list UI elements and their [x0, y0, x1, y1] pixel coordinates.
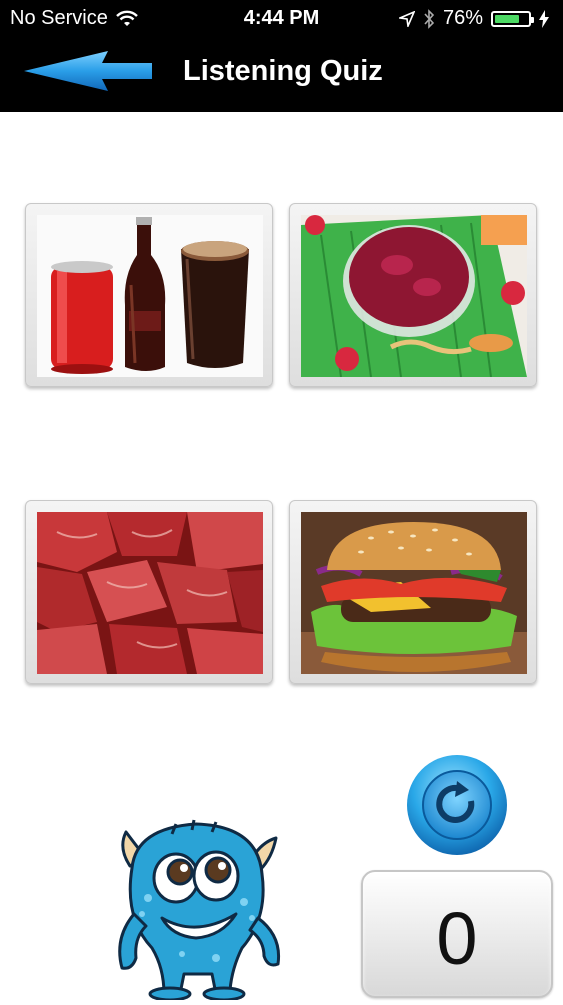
berry-jam-image	[301, 215, 527, 377]
nav-bar: Listening Quiz	[0, 37, 563, 112]
replay-button[interactable]	[405, 753, 509, 857]
status-bar: No Service 4:44 PM 76%	[0, 0, 563, 37]
quiz-option-soda-drinks[interactable]	[25, 203, 273, 387]
quiz-option-berry-jam[interactable]	[289, 203, 537, 387]
hamburger-image	[301, 512, 527, 674]
raw-meat-image	[37, 512, 263, 674]
back-arrow-icon	[24, 51, 152, 91]
battery-percent: 76%	[442, 7, 483, 29]
back-button[interactable]	[22, 49, 156, 93]
quiz-option-raw-meat[interactable]	[25, 500, 273, 684]
status-right: 76%	[398, 7, 549, 30]
quiz-option-hamburger[interactable]	[289, 500, 537, 684]
monster-mascot-illustration	[118, 819, 281, 1002]
monster-mascot	[112, 818, 288, 1002]
score-value: 0	[436, 897, 478, 980]
soda-drinks-image	[37, 215, 263, 377]
battery-icon	[491, 10, 534, 27]
charging-bolt-icon	[539, 9, 549, 28]
location-arrow-icon	[398, 10, 415, 27]
replay-icon	[407, 755, 507, 855]
bluetooth-icon	[424, 8, 435, 29]
score-box: 0	[361, 870, 553, 998]
battery-level	[495, 14, 520, 23]
page-title: Listening Quiz	[183, 55, 383, 87]
